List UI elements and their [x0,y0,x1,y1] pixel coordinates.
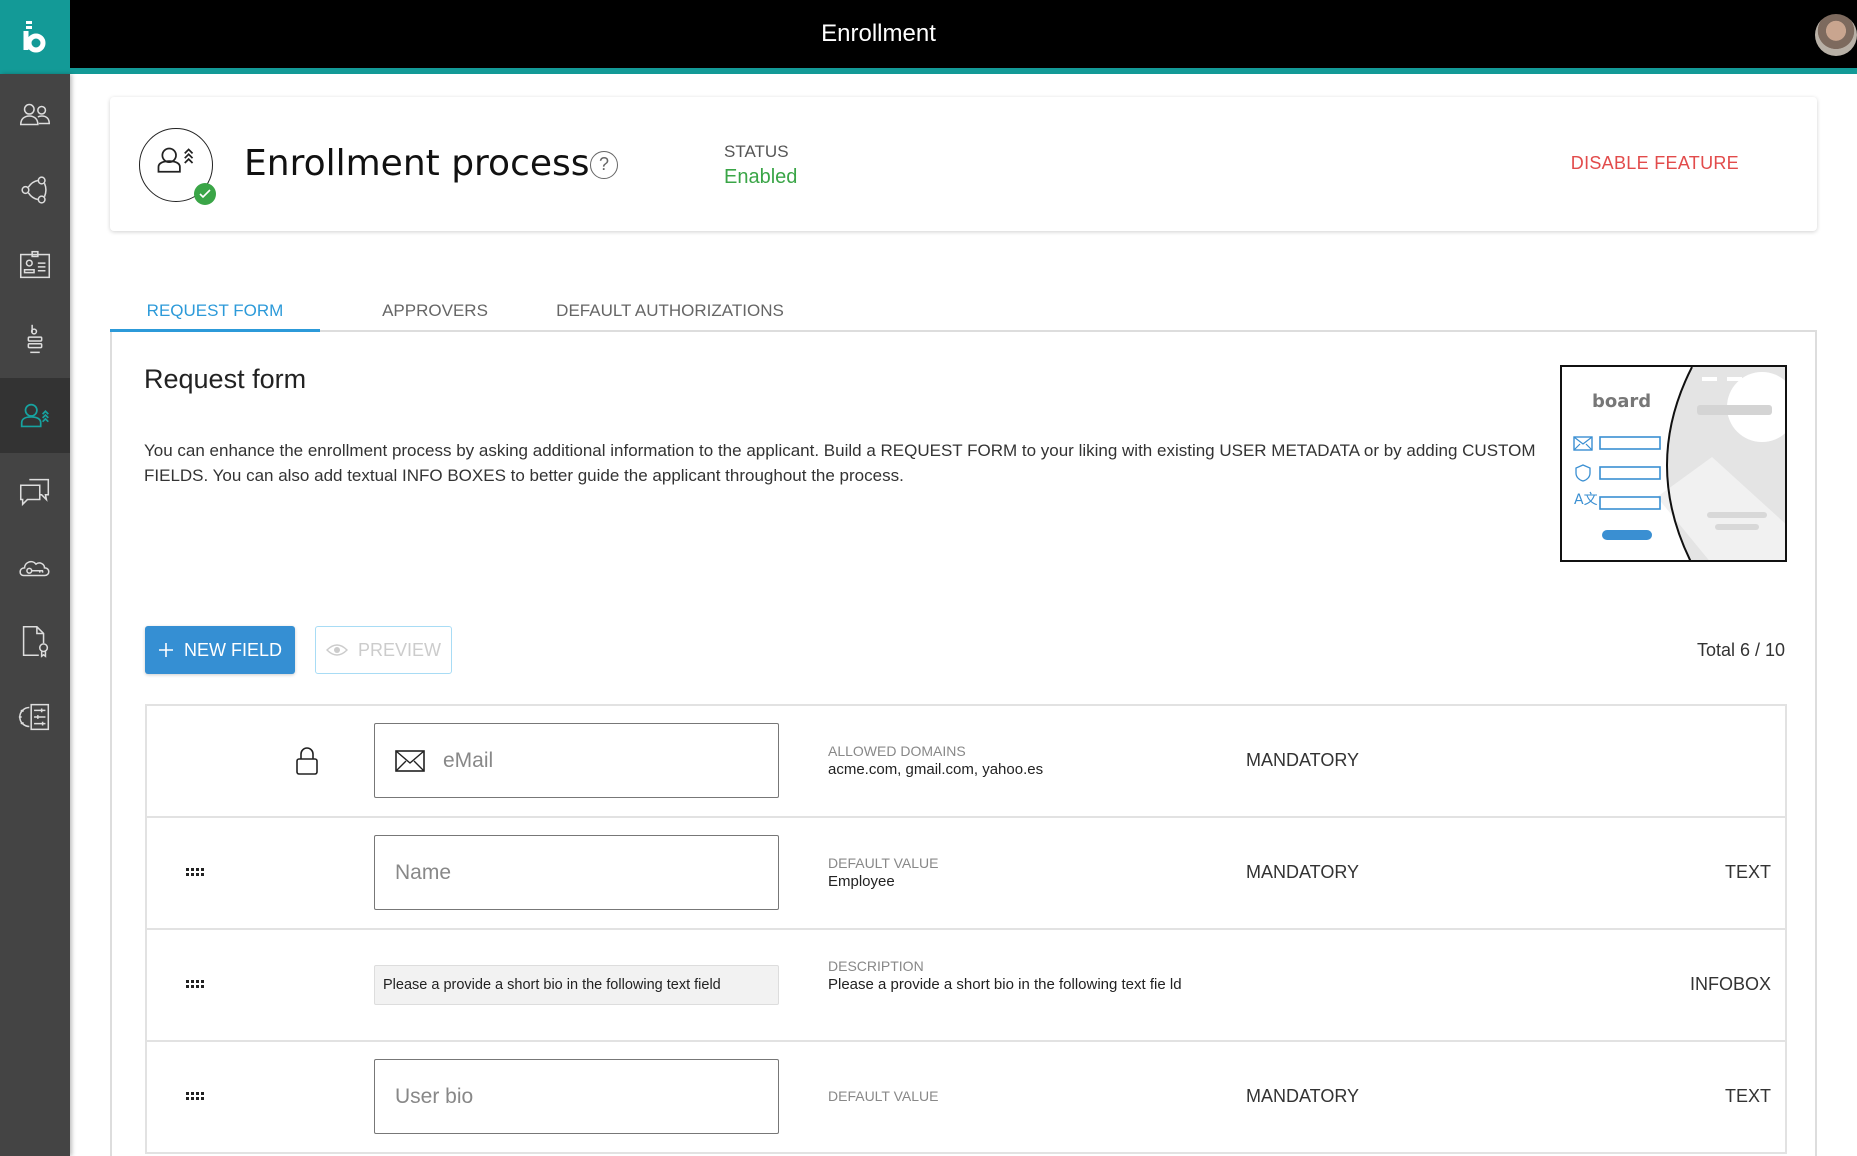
feature-title: Enrollment process [244,143,590,184]
new-field-button[interactable]: NEW FIELD [145,626,295,674]
sidebar-item-licenses[interactable] [0,604,70,679]
board-stack-icon [27,324,43,353]
svg-text:A文: A文 [1574,492,1598,508]
field-meta: DESCRIPTION Please a provide a short bio… [828,957,1193,994]
users-icon [19,103,51,125]
section-title: Request form [144,364,307,394]
tab-request-form[interactable]: REQUEST FORM [110,290,320,332]
user-avatar[interactable] [1815,14,1857,56]
sidebar-item-messages[interactable] [0,453,70,528]
form-fields-table: eMail ALLOWED DOMAINS acme.com, gmail.co… [145,704,1787,1154]
lock-icon [295,746,319,781]
user-bio-field[interactable]: User bio [374,1059,779,1134]
email-field[interactable]: eMail [374,723,779,798]
field-label: eMail [443,748,494,772]
new-field-label: NEW FIELD [183,639,282,660]
help-icon[interactable]: ? [590,151,618,179]
table-row: Please a provide a short bio in the foll… [145,930,1787,1042]
drag-handle-icon[interactable] [185,974,205,994]
certificate-file-icon [22,625,49,658]
tab-approvers[interactable]: APPROVERS [350,290,520,332]
sidebar-item-network[interactable] [0,152,70,227]
envelope-icon [395,749,425,772]
request-form-panel: Request form You can enhance the enrollm… [110,332,1817,1156]
meta-label: ALLOWED DOMAINS [828,743,966,759]
top-bar: Enrollment [0,0,1857,74]
meta-value: acme.com, gmail.com, yahoo.es [828,761,1044,778]
sidebar-item-users[interactable] [0,77,70,152]
mandatory-flag: MANDATORY [1246,1086,1360,1106]
infobox-field[interactable]: Please a provide a short bio in the foll… [374,965,779,1005]
status-value: Enabled [724,166,798,188]
enabled-check-icon [194,183,216,205]
enrollment-feature-icon [139,128,216,205]
illustration-brand: board [1592,391,1651,412]
field-count: Total 6 / 10 [1696,640,1785,660]
sidebar-item-cloud-keys[interactable] [0,528,70,603]
form-illustration-icon: board A文 [1573,367,1785,560]
sidebar-item-enrollment[interactable] [0,378,70,453]
sidebar-item-id-card[interactable] [0,227,70,302]
eye-icon [325,644,348,656]
tab-bar: REQUEST FORM APPROVERS DEFAULT AUTHORIZA… [110,290,1817,332]
sidebar-item-board-servers[interactable] [0,302,70,377]
share-nodes-icon [21,175,47,204]
request-form-illustration: board A文 [1560,365,1787,562]
chat-bubbles-icon [19,478,50,506]
sidebar [0,74,70,1156]
field-type: INFOBOX [1689,974,1771,994]
app-title: Enrollment [821,20,936,47]
meta-value: Please a provide a short bio in the foll… [828,976,1182,993]
field-label: Please a provide a short bio in the foll… [383,977,721,993]
meta-label: DESCRIPTION [828,958,924,974]
user-enroll-icon [20,403,49,427]
section-description: You can enhance the enrollment process b… [144,441,1536,485]
meta-value: Employee [828,873,895,890]
meta-label: DEFAULT VALUE [828,1088,939,1104]
field-meta: DEFAULT VALUE Employee [828,854,1208,891]
plus-icon [158,643,173,657]
field-meta: ALLOWED DOMAINS acme.com, gmail.com, yah… [828,742,1208,779]
field-type: TEXT [1724,1086,1771,1106]
meta-label: DEFAULT VALUE [828,855,939,871]
cloud-key-icon [19,560,50,576]
status-label: STATUS [724,142,789,161]
disable-feature-button[interactable]: DISABLE FEATURE [1571,153,1739,174]
preview-button[interactable]: PREVIEW [315,626,452,674]
field-meta: DEFAULT VALUE [828,1087,1208,1105]
table-row: eMail ALLOWED DOMAINS acme.com, gmail.co… [145,706,1787,818]
table-row: Name DEFAULT VALUE Employee MANDATORY TE… [145,818,1787,930]
drag-handle-icon[interactable] [185,862,205,882]
mandatory-flag: MANDATORY [1246,750,1360,770]
sidebar-item-settings[interactable] [0,679,70,754]
mandatory-flag: MANDATORY [1246,862,1360,882]
table-row: User bio DEFAULT VALUE MANDATORY TEXT [145,1042,1787,1154]
field-type: TEXT [1724,862,1771,882]
drag-handle-icon[interactable] [185,1086,205,1106]
preview-label: PREVIEW [357,639,441,660]
tab-default-authorizations[interactable]: DEFAULT AUTHORIZATIONS [530,290,810,332]
gear-sliders-icon [18,703,50,730]
field-label: User bio [395,1084,474,1108]
feature-header-card: Enrollment process ? STATUS Enabled DISA… [110,97,1817,231]
id-card-icon [19,250,51,278]
field-label: Name [395,860,452,884]
name-field[interactable]: Name [374,835,779,910]
